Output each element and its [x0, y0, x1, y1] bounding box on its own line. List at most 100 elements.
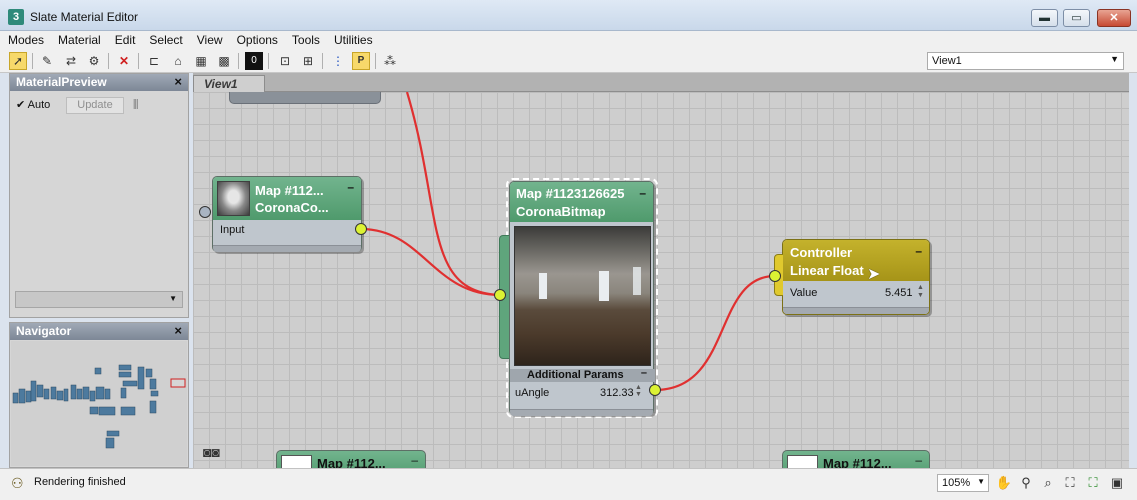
node-title: Controller — [790, 245, 853, 260]
navigator-close-icon[interactable]: × — [174, 323, 182, 338]
window-highlight — [539, 273, 547, 299]
assign-to-selection-icon[interactable]: ⚙ — [85, 52, 103, 70]
status-text: Rendering finished — [34, 476, 126, 488]
node-title: Map #112... — [317, 456, 386, 468]
update-button[interactable]: Update — [66, 97, 124, 114]
node-body: Value 5.451 ▲ ▼ — [783, 281, 929, 307]
auto-label: Auto — [27, 99, 51, 111]
material-preview-dropdown[interactable]: ▼ — [15, 291, 183, 308]
menu-material[interactable]: Material — [50, 31, 107, 47]
zoom-extents-icon[interactable]: ⛶ — [1061, 474, 1079, 492]
node-header: Map #112... CoronaCo... – — [213, 177, 361, 220]
auto-checkbox[interactable]: ✔ Auto — [16, 98, 50, 111]
render-status-icon: ⚇ — [11, 475, 24, 491]
material-preview-close-icon[interactable]: × — [174, 74, 182, 89]
material-preview-panel: MaterialPreview × ✔ Auto Update ⫴ ▼ — [9, 73, 189, 318]
menu-tools[interactable]: Tools — [284, 31, 326, 47]
background-icon[interactable]: ▩ — [215, 52, 233, 70]
checker-background-icon[interactable]: ▦ — [192, 52, 210, 70]
input-port[interactable] — [199, 206, 211, 218]
chevron-down-icon: ▼ — [1110, 54, 1119, 64]
collapse-icon[interactable]: – — [641, 367, 647, 380]
menu-select[interactable]: Select — [141, 31, 188, 47]
navigator-minimap[interactable] — [11, 341, 187, 466]
binoculars-icon[interactable]: ◙◙ — [203, 444, 220, 460]
value-field[interactable]: 5.451 — [885, 287, 913, 299]
node-body: Additional Params – uAngle 312.33 ▲ ▼ — [510, 222, 655, 409]
view-select[interactable]: View1 ▼ — [927, 52, 1124, 70]
menu-bar: Modes Material Edit Select View Options Tools U… — [0, 31, 1137, 50]
move-children-icon[interactable]: ⊏ — [145, 52, 163, 70]
node-corona-map[interactable]: Map #112... CoronaCo... – Input — [212, 176, 362, 252]
menu-options[interactable]: Options — [229, 31, 284, 47]
toolbar-separator — [322, 53, 323, 69]
select-by-material-icon[interactable]: ⁂ — [381, 52, 399, 70]
material-map-navigator-icon[interactable]: ⋮ — [329, 52, 347, 70]
additional-params-label: Additional Params — [527, 369, 624, 381]
collapse-icon[interactable]: – — [639, 184, 646, 202]
show-map-in-viewport-icon[interactable]: 0 — [245, 52, 263, 70]
pan-hand-icon[interactable]: ✋ — [995, 474, 1013, 492]
mouse-cursor-icon: ➤ — [867, 266, 881, 283]
layout-children-icon[interactable]: ⊞ — [299, 52, 317, 70]
node-partial-bottom-left[interactable]: Map #112... – — [276, 450, 426, 468]
node-corona-bitmap[interactable]: Map #1123126625 CoronaBitmap – Additiona… — [509, 181, 655, 416]
navigator-panel: Navigator × — [9, 322, 189, 468]
wires-layer — [360, 92, 776, 392]
hide-unused-slots-icon[interactable]: ⌂ — [169, 52, 187, 70]
collapse-icon[interactable]: – — [347, 179, 354, 196]
parameter-editor-icon[interactable]: P — [352, 52, 370, 70]
pick-material-icon[interactable]: ✎ — [38, 52, 56, 70]
view-select-value: View1 — [932, 55, 962, 67]
window-title: Slate Material Editor — [30, 10, 139, 24]
view-tab-strip: View1 — [193, 73, 1129, 92]
node-subtitle: CoronaCo... — [255, 200, 329, 215]
status-bar: ⚇ Rendering finished 105% ▼ ✋ ⚲ ⌕ ⛶ ⛶ ▣ — [0, 468, 1137, 500]
put-to-scene-icon[interactable]: ⇄ — [62, 52, 80, 70]
zoom-select[interactable]: 105% ▼ — [937, 474, 989, 492]
minimize-button[interactable]: ▬ — [1031, 9, 1058, 27]
collapse-icon[interactable]: – — [915, 242, 922, 260]
node-partial-bottom-right[interactable]: Map #112... – — [782, 450, 930, 468]
node-graph-canvas[interactable]: Map #112... CoronaCo... – Input Map #112… — [193, 92, 1129, 468]
node-partial-top[interactable] — [229, 92, 381, 104]
toolbar-separator — [268, 53, 269, 69]
close-button[interactable]: ✕ — [1097, 9, 1131, 27]
window-highlight — [633, 267, 641, 295]
zoom-region-icon[interactable]: ⌕ — [1039, 474, 1057, 492]
output-port[interactable] — [355, 223, 367, 235]
toolbar-separator — [238, 53, 239, 69]
pick-pointer-icon[interactable]: ➚ — [9, 52, 27, 70]
additional-params-header[interactable]: Additional Params – — [510, 367, 655, 382]
zoom-icon[interactable]: ⚲ — [1017, 474, 1035, 492]
node-footer — [213, 245, 361, 252]
layout-all-icon[interactable]: ⊡ — [276, 52, 294, 70]
toolbar-separator — [375, 53, 376, 69]
node-footer — [783, 307, 929, 314]
value-label: Value — [790, 287, 818, 299]
bitmap-preview-image — [514, 226, 651, 366]
maximize-button[interactable]: ▭ — [1063, 9, 1090, 27]
menu-edit[interactable]: Edit — [107, 31, 142, 47]
node-title: Map #112... — [823, 456, 892, 468]
uangle-value[interactable]: 312.33 — [600, 387, 634, 399]
output-port[interactable] — [649, 384, 661, 396]
collapse-icon[interactable]: – — [915, 453, 922, 467]
toggle-panels-icon[interactable]: ▣ — [1108, 474, 1126, 492]
node-linear-float-controller[interactable]: Controller Linear Float – Value 5.451 ▲ ▼ — [774, 239, 930, 315]
tab-view1[interactable]: View1 — [193, 75, 265, 92]
input-port[interactable] — [494, 289, 506, 301]
input-port[interactable] — [769, 270, 781, 282]
value-spinner[interactable]: ▲ ▼ — [917, 284, 924, 300]
menu-view[interactable]: View — [189, 31, 229, 47]
menu-utilities[interactable]: Utilities — [326, 31, 379, 47]
collapse-icon[interactable]: – — [411, 453, 418, 467]
navigator-title: Navigator — [16, 324, 72, 338]
menu-modes[interactable]: Modes — [0, 31, 50, 47]
delete-icon[interactable]: ✕ — [115, 52, 133, 70]
sliders-icon[interactable]: ⫴ — [133, 97, 138, 113]
node-header: Map #1123126625 CoronaBitmap – — [510, 182, 653, 222]
zoom-extents-selected-icon[interactable]: ⛶ — [1084, 474, 1102, 492]
uangle-spinner[interactable]: ▲ ▼ — [635, 384, 642, 398]
wire-top-to-bitmap — [405, 92, 501, 297]
